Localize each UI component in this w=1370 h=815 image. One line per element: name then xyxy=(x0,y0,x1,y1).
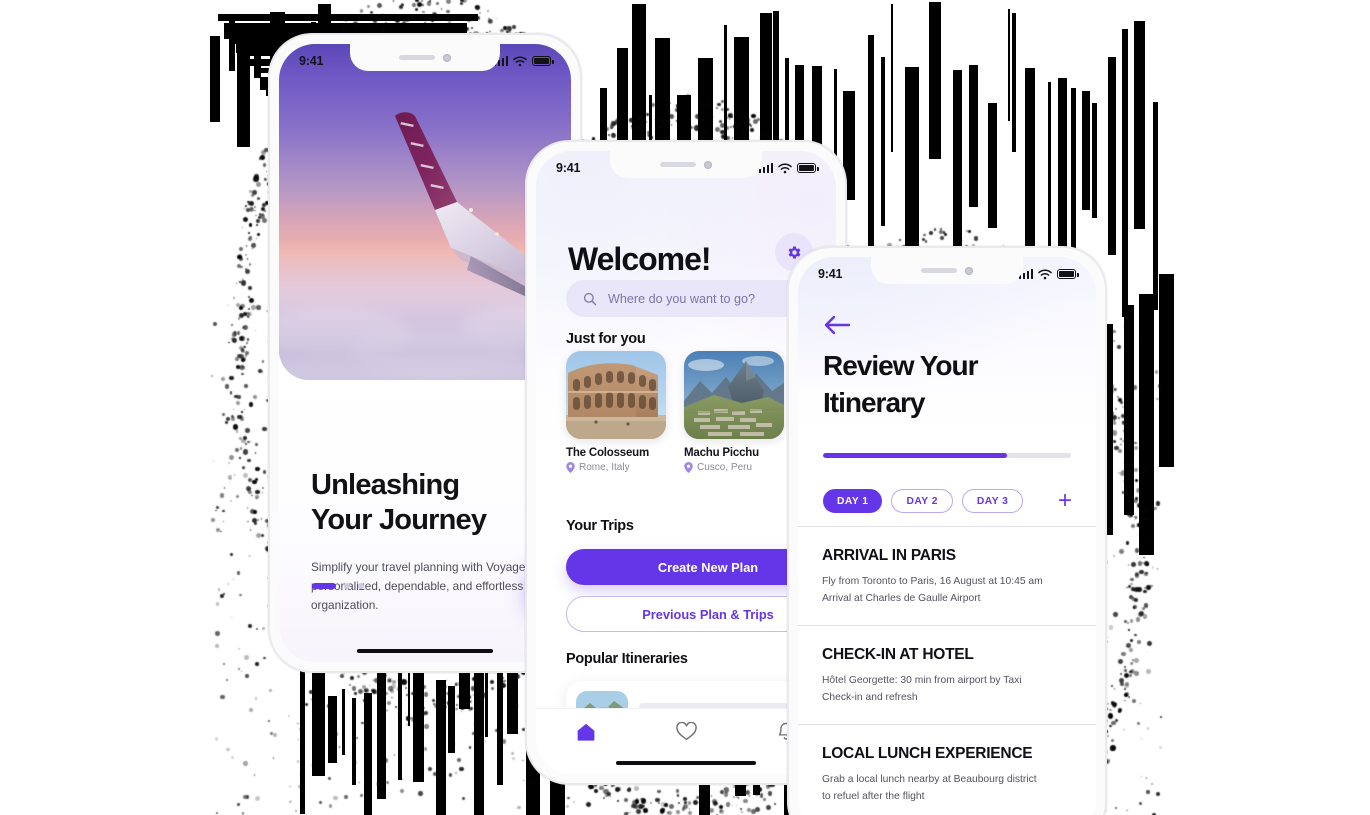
status-time: 9:41 xyxy=(556,161,580,175)
destination-card[interactable]: The Colosseum Rome, Italy xyxy=(566,351,666,473)
itinerary-list: ARRIVAL IN PARIS Fly from Toronto to Par… xyxy=(798,526,1096,815)
search-placeholder: Where do you want to go? xyxy=(608,292,755,306)
wifi-icon xyxy=(778,163,792,174)
day-tab-1[interactable]: DAY 1 xyxy=(823,489,882,513)
battery-icon xyxy=(1057,269,1076,279)
phone3-power[interactable] xyxy=(1105,406,1107,450)
onboarding-title: Unleashing Your Journey xyxy=(311,468,486,538)
mockup-stage: Unleashing Your Journey Simplify your tr… xyxy=(0,0,1370,815)
welcome-heading: Welcome! xyxy=(568,241,711,278)
destination-location: Rome, Italy xyxy=(566,462,666,473)
tab-favorites[interactable] xyxy=(636,722,736,741)
day-tabs: DAY 1 DAY 2 DAY 3 + xyxy=(823,489,1074,513)
front-camera xyxy=(704,161,712,169)
itinerary-progress-bar xyxy=(823,453,1071,458)
wifi-icon xyxy=(1038,269,1052,280)
phone3-screen: Review Your Itinerary DAY 1 DAY 2 DAY 3 … xyxy=(798,257,1096,815)
wifi-icon xyxy=(513,56,527,67)
earpiece-speaker xyxy=(921,268,957,273)
phone1-notch xyxy=(350,44,500,71)
destination-location: Cusco, Peru xyxy=(684,462,784,473)
phone-itinerary: Review Your Itinerary DAY 1 DAY 2 DAY 3 … xyxy=(787,246,1107,815)
tab-home[interactable] xyxy=(536,722,636,742)
machu-picchu-photo xyxy=(684,351,784,439)
page-dot-1[interactable] xyxy=(312,583,336,589)
status-time: 9:41 xyxy=(299,54,323,68)
front-camera xyxy=(443,54,451,62)
battery-icon xyxy=(797,163,816,173)
colosseum-photo xyxy=(566,351,666,439)
location-pin-icon xyxy=(566,462,575,473)
phone1-volume-up[interactable] xyxy=(268,155,270,181)
destination-title: The Colosseum xyxy=(566,447,666,459)
section-your-trips: Your Trips xyxy=(566,518,634,534)
section-popular-itineraries: Popular Itineraries xyxy=(566,651,688,667)
search-icon xyxy=(583,292,597,306)
section-just-for-you: Just for you xyxy=(566,331,645,347)
progress-fill xyxy=(823,453,1007,458)
earpiece-speaker xyxy=(660,162,696,167)
itinerary-item-detail: Fly from Toronto to Paris, 16 August at … xyxy=(822,574,1072,608)
location-text: Cusco, Peru xyxy=(697,462,752,473)
phone2-volume-down[interactable] xyxy=(525,308,527,334)
itinerary-item[interactable]: CHECK-IN AT HOTEL Hôtel Georgette: 30 mi… xyxy=(798,625,1096,724)
front-camera xyxy=(965,267,973,275)
page-dot-2[interactable] xyxy=(344,583,350,589)
phone3-notch xyxy=(871,257,1023,284)
phone3-volume-down[interactable] xyxy=(787,418,789,444)
destination-cards: The Colosseum Rome, Italy Machu Picchu C… xyxy=(566,351,784,473)
day-tab-2[interactable]: DAY 2 xyxy=(891,489,952,513)
back-button[interactable] xyxy=(823,314,853,338)
itinerary-item-detail: Grab a local lunch nearby at Beaubourg d… xyxy=(822,772,1072,806)
day-tab-3[interactable]: DAY 3 xyxy=(962,489,1023,513)
heart-icon xyxy=(676,722,697,741)
battery-icon xyxy=(532,56,551,66)
arrow-left-icon xyxy=(823,314,851,336)
phone2-notch xyxy=(610,151,762,178)
itinerary-item-detail: Hôtel Georgette: 30 min from airport by … xyxy=(822,673,1072,707)
itinerary-item-heading: LOCAL LUNCH EXPERIENCE xyxy=(822,745,1072,763)
phone2-volume-up[interactable] xyxy=(525,270,527,296)
phone1-volume-down[interactable] xyxy=(268,193,270,219)
itinerary-page-title: Review Your Itinerary xyxy=(823,348,977,422)
itinerary-item[interactable]: LOCAL LUNCH EXPERIENCE Grab a local lunc… xyxy=(798,724,1096,815)
phone3-volume-up[interactable] xyxy=(787,380,789,406)
status-time: 9:41 xyxy=(818,267,842,281)
earpiece-speaker xyxy=(399,55,435,60)
itinerary-item[interactable]: ARRIVAL IN PARIS Fly from Toronto to Par… xyxy=(798,526,1096,625)
home-indicator[interactable] xyxy=(616,761,756,766)
location-pin-icon xyxy=(684,462,693,473)
itinerary-item-heading: ARRIVAL IN PARIS xyxy=(822,547,1072,565)
page-dot-3[interactable] xyxy=(358,583,364,589)
itinerary-item-heading: CHECK-IN AT HOTEL xyxy=(822,646,1072,664)
destination-title: Machu Picchu xyxy=(684,447,784,459)
add-day-button[interactable]: + xyxy=(1058,489,1072,513)
home-icon xyxy=(576,722,596,742)
pagination-dots[interactable] xyxy=(312,583,364,589)
home-indicator[interactable] xyxy=(357,649,493,654)
location-text: Rome, Italy xyxy=(579,462,630,473)
destination-card[interactable]: Machu Picchu Cusco, Peru xyxy=(684,351,784,473)
